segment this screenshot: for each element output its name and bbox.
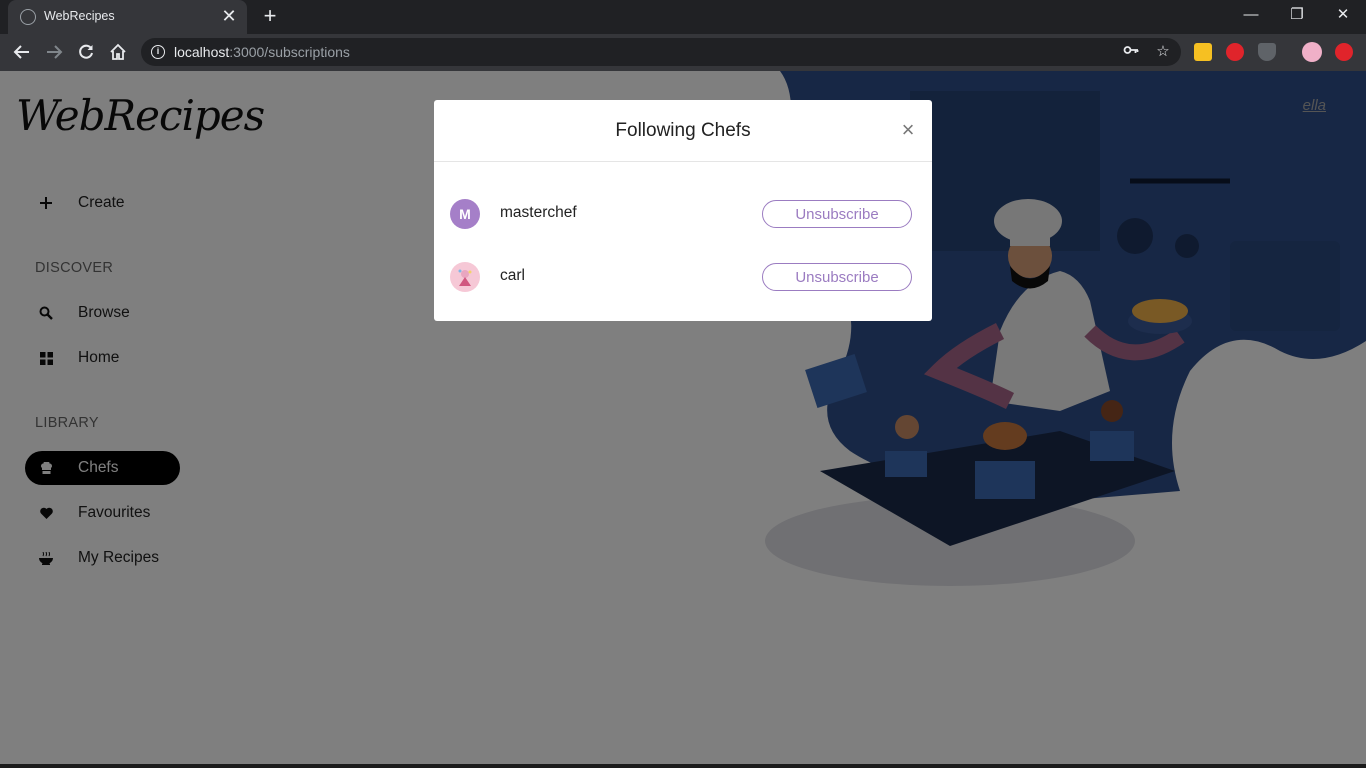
extension-notes-icon[interactable] [1194,43,1212,61]
close-icon[interactable]: × [900,118,916,142]
extension-shield-icon[interactable] [1258,43,1276,61]
browser-tab[interactable]: WebRecipes ✕ [8,0,247,34]
tab-close-icon[interactable]: ✕ [219,6,239,26]
taskbar-edge [0,764,1366,768]
globe-icon [20,9,36,25]
forward-icon[interactable] [41,39,67,65]
modal-title: Following Chefs [615,120,751,141]
url-text[interactable]: localhost:3000/subscriptions [174,44,350,60]
modal-header: Following Chefs × [434,100,932,162]
browser-tab-strip: WebRecipes ✕ + — ❐ ✕ [0,0,1366,34]
chef-name[interactable]: masterchef [500,204,577,222]
back-icon[interactable] [9,39,35,65]
reload-icon[interactable] [73,39,99,65]
unsubscribe-button[interactable]: Unsubscribe [762,263,912,291]
address-bar[interactable]: i localhost:3000/subscriptions ☆ [141,38,1181,66]
profile-avatar[interactable] [1302,42,1322,62]
extension-adblock-icon[interactable] [1226,43,1244,61]
restore-button[interactable]: ❐ [1274,0,1320,30]
avatar[interactable] [450,262,480,292]
chef-row: M masterchef Unsubscribe [450,199,912,231]
info-icon[interactable]: i [151,45,165,59]
chef-name[interactable]: carl [500,267,525,285]
chef-row: carl Unsubscribe [450,262,912,294]
minimize-button[interactable]: — [1228,0,1274,30]
unsubscribe-button[interactable]: Unsubscribe [762,200,912,228]
browser-toolbar: i localhost:3000/subscriptions ☆ [0,34,1366,71]
avatar-illustration [458,269,472,286]
page: WebRecipes Create DISCOVER Browse Home L… [0,71,1366,768]
following-chefs-modal: Following Chefs × M masterchef Unsubscri… [434,100,932,321]
star-icon[interactable]: ☆ [1153,42,1173,62]
window-close-button[interactable]: ✕ [1320,0,1366,30]
key-icon[interactable] [1121,42,1141,62]
update-icon[interactable] [1335,43,1353,61]
avatar[interactable]: M [450,199,480,229]
new-tab-button[interactable]: + [258,5,282,29]
home-icon[interactable] [105,39,131,65]
tab-title: WebRecipes [44,9,115,23]
